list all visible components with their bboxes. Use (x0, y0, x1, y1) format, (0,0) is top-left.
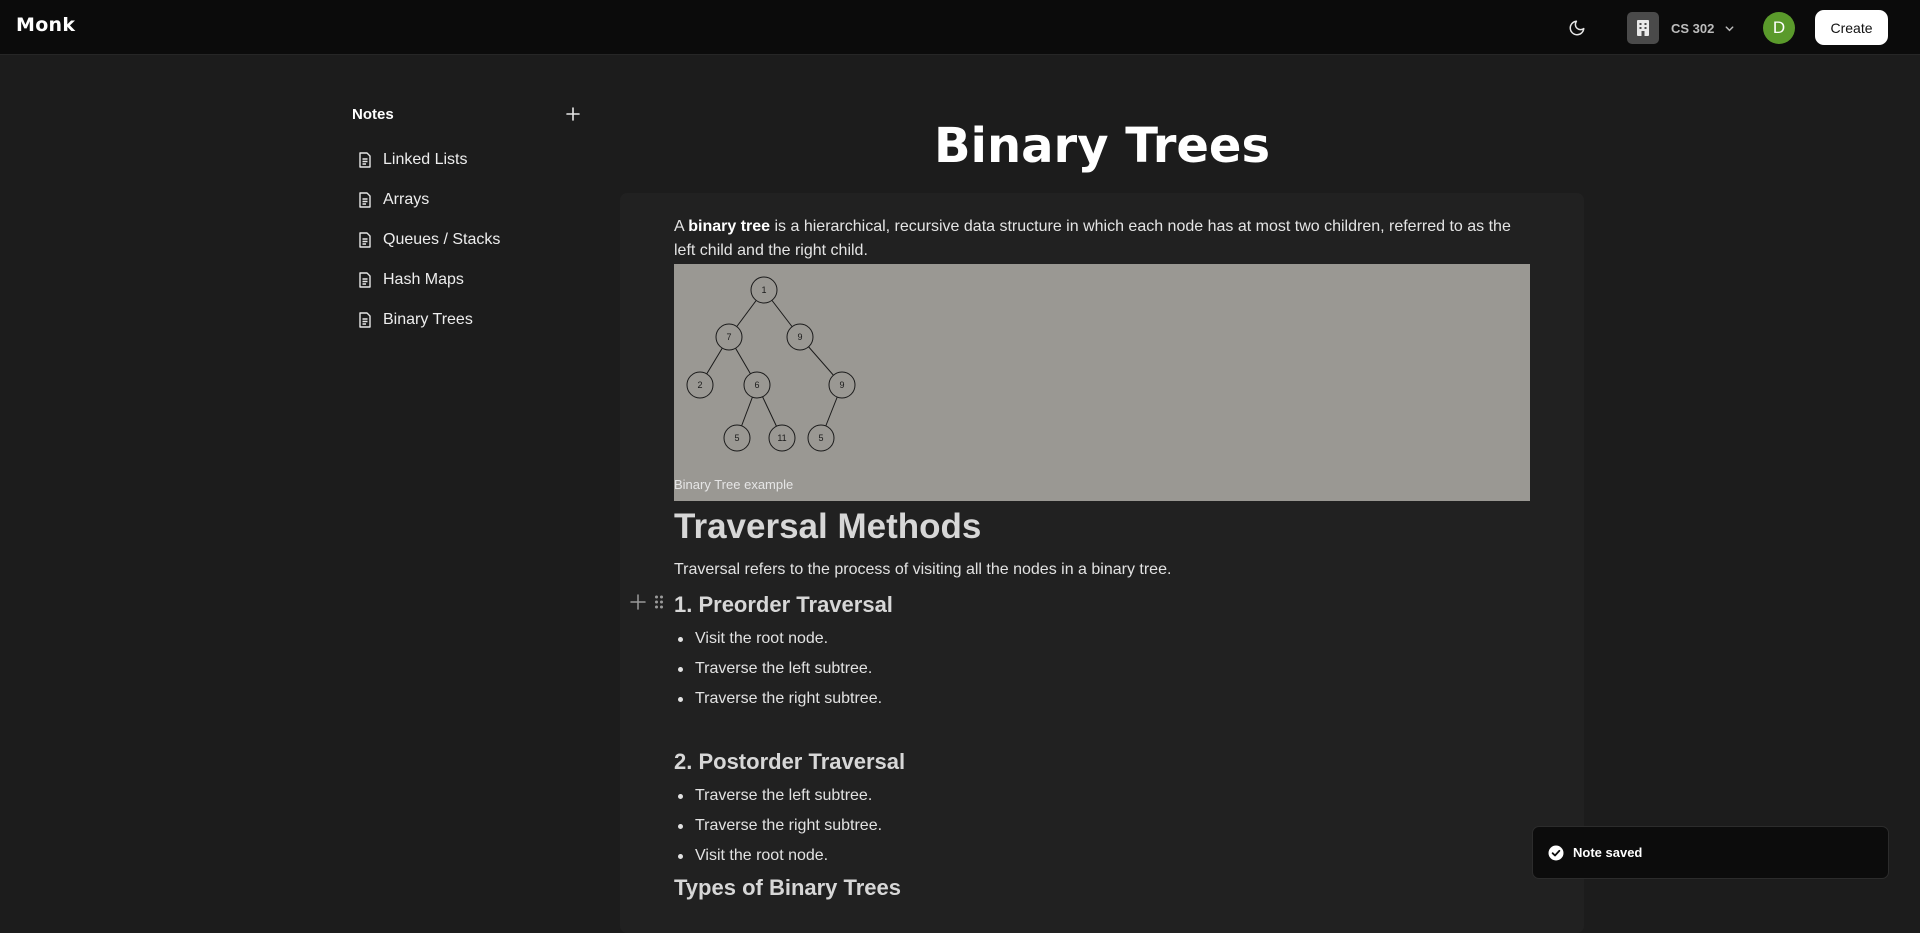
check-circle-icon (1548, 845, 1564, 861)
note-editor[interactable]: A binary tree is a hierarchical, recursi… (620, 193, 1584, 933)
list-item[interactable]: Traverse the left subtree. (674, 654, 882, 684)
list-item[interactable]: Traverse the right subtree. (674, 684, 882, 714)
list-item[interactable]: Visit the root node. (674, 624, 882, 654)
workspace-name: CS 302 (1671, 20, 1715, 36)
theme-toggle-button[interactable] (1564, 16, 1590, 40)
list-item[interactable]: Traverse the right subtree. (674, 811, 882, 841)
sidebar-item-label: Linked Lists (383, 151, 468, 168)
tree-node-label: 9 (797, 332, 802, 342)
tree-node-label: 2 (697, 380, 702, 390)
user-avatar[interactable]: D (1763, 12, 1795, 44)
building-icon (1627, 12, 1659, 44)
file-text-icon (359, 312, 371, 328)
sidebar-header: Notes (352, 100, 582, 128)
block-handles (630, 594, 664, 610)
moon-icon (1569, 20, 1585, 36)
add-note-button[interactable] (564, 105, 582, 123)
binary-tree-diagram: 1 7 9 2 6 9 5 11 5 (686, 276, 856, 452)
sidebar-title: Notes (352, 105, 394, 123)
toast-message: Note saved (1573, 845, 1643, 860)
intro-prefix: A (674, 218, 689, 235)
note-title[interactable]: Binary Trees (620, 118, 1584, 174)
drag-handle-icon[interactable] (654, 594, 664, 610)
sidebar-item-arrays[interactable]: Arrays (352, 180, 582, 220)
add-block-icon[interactable] (630, 594, 646, 610)
create-button[interactable]: Create (1815, 10, 1888, 45)
workspace-switcher[interactable]: CS 302 (1627, 12, 1735, 44)
sidebar-item-label: Hash Maps (383, 271, 464, 288)
toast-notification: Note saved (1532, 826, 1889, 879)
tree-node-label: 6 (754, 380, 759, 390)
sidebar-item-binary-trees[interactable]: Binary Trees (352, 300, 582, 340)
sidebar-item-linked-lists[interactable]: Linked Lists (352, 140, 582, 180)
list-item[interactable]: Traverse the left subtree. (674, 781, 882, 811)
file-text-icon (359, 272, 371, 288)
sidebar-item-label: Binary Trees (383, 311, 473, 328)
section-paragraph[interactable]: Traversal refers to the process of visit… (674, 561, 1171, 579)
intro-suffix: is a hierarchical, recursive data struct… (674, 218, 1511, 259)
file-text-icon (359, 152, 371, 168)
app-logo[interactable]: Monk (16, 14, 75, 36)
intro-paragraph[interactable]: A binary tree is a hierarchical, recursi… (674, 215, 1530, 263)
chevron-down-icon (1724, 23, 1735, 34)
section-heading[interactable]: Traversal Methods (674, 507, 981, 547)
tree-node-label: 9 (839, 380, 844, 390)
postorder-list: Traverse the left subtree. Traverse the … (674, 781, 882, 871)
tree-node-label: 5 (818, 433, 823, 443)
top-bar: Monk CS 302 D Create (0, 0, 1920, 55)
sidebar-item-queues-stacks[interactable]: Queues / Stacks (352, 220, 582, 260)
sidebar-item-label: Queues / Stacks (383, 231, 501, 248)
list-item[interactable]: Visit the root node. (674, 841, 882, 871)
preorder-list: Visit the root node. Traverse the left s… (674, 624, 882, 714)
sidebar-item-hash-maps[interactable]: Hash Maps (352, 260, 582, 300)
notes-sidebar: Notes Linked Lists Arrays Queues / Stack… (352, 100, 582, 340)
intro-bold-term: binary tree (688, 218, 771, 235)
types-heading[interactable]: Types of Binary Trees (674, 875, 901, 901)
sidebar-item-label: Arrays (383, 191, 430, 208)
tree-node-label: 5 (734, 433, 739, 443)
tree-node-label: 11 (777, 433, 786, 443)
file-text-icon (359, 232, 371, 248)
preorder-heading[interactable]: 1. Preorder Traversal (674, 592, 893, 618)
binary-tree-figure[interactable]: 1 7 9 2 6 9 5 11 5 Binary Tree example (674, 264, 1530, 501)
figure-caption: Binary Tree example (674, 477, 794, 492)
postorder-heading[interactable]: 2. Postorder Traversal (674, 749, 905, 775)
plus-icon (566, 107, 580, 121)
file-text-icon (359, 192, 371, 208)
tree-node-label: 1 (761, 285, 766, 295)
tree-node-label: 7 (726, 332, 731, 342)
